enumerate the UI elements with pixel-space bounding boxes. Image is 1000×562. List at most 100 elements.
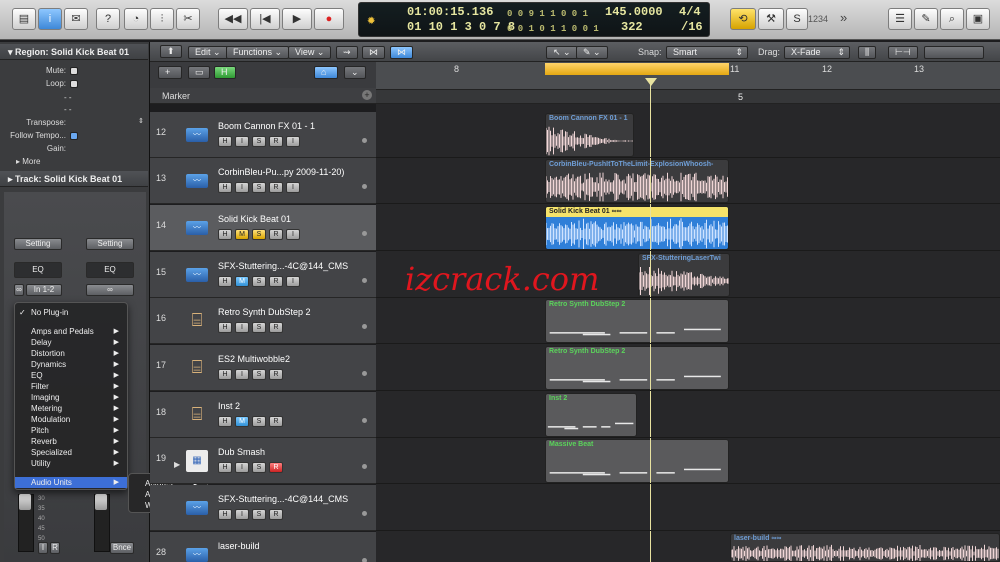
- track-name[interactable]: ES2 Multiwobble2: [218, 354, 290, 364]
- track-header[interactable]: 〰 SFX-Stuttering...-4C@144_CMS H I S R: [150, 485, 376, 531]
- help-icon[interactable]: ?: [96, 8, 120, 30]
- track-name[interactable]: Retro Synth DubStep 2: [218, 307, 311, 317]
- track-button-r[interactable]: R: [269, 416, 283, 427]
- track-button-s[interactable]: S: [252, 369, 266, 380]
- track-button-s[interactable]: S: [252, 182, 266, 193]
- mixer-icon[interactable]: ⫶: [150, 8, 174, 30]
- input-button[interactable]: In 1-2: [26, 284, 62, 296]
- editors-icon[interactable]: ✂: [176, 8, 200, 30]
- cycle-icon[interactable]: ⟲: [730, 8, 756, 30]
- region[interactable]: Retro Synth DubStep 2: [545, 299, 729, 343]
- track-button-r[interactable]: R: [269, 229, 283, 240]
- pencil-tool-icon[interactable]: ✎ ⌄: [576, 46, 608, 59]
- mail-icon[interactable]: ✉: [64, 8, 88, 30]
- browser-icon[interactable]: ▣: [966, 8, 990, 30]
- inspector-icon[interactable]: i: [38, 8, 62, 30]
- track-name[interactable]: Boom Cannon FX 01 - 1: [218, 121, 315, 131]
- track-inspector-header[interactable]: ▸ Track: Solid Kick Beat 01: [0, 171, 148, 187]
- notepad-icon[interactable]: ✎: [914, 8, 938, 30]
- disclosure-icon[interactable]: ▶: [174, 454, 180, 476]
- track-button-m[interactable]: M: [235, 229, 249, 240]
- link-icon[interactable]: ∞: [86, 284, 134, 296]
- track-header[interactable]: 28 〰 laser-build: [150, 532, 376, 562]
- flex-icon[interactable]: ⇝: [336, 46, 358, 59]
- region[interactable]: Massive Beat: [545, 439, 729, 483]
- plugin-menu-item[interactable]: EQ ▶: [15, 370, 127, 381]
- track-button-r[interactable]: R: [269, 369, 283, 380]
- plugin-menu-item[interactable]: Modulation ▶: [15, 414, 127, 425]
- quantize-value[interactable]: - -: [64, 93, 72, 102]
- track-header[interactable]: 18 ⌸ Inst 2 HMSR: [150, 392, 376, 438]
- link-icon[interactable]: ∞: [14, 284, 24, 296]
- playhead-triangle-icon[interactable]: [645, 78, 657, 86]
- track-button-m[interactable]: M: [235, 416, 249, 427]
- track-button-s[interactable]: S: [252, 276, 266, 287]
- track-header[interactable]: 14 〰 Solid Kick Beat 01 H M S R I: [150, 205, 376, 251]
- track-button-i[interactable]: I: [235, 182, 249, 193]
- track-button-r[interactable]: R: [269, 136, 283, 147]
- track-header[interactable]: 16 ⌸ Retro Synth DubStep 2 HISR: [150, 298, 376, 344]
- plugin-menu-item[interactable]: Dynamics ▶: [15, 359, 127, 370]
- track-button-s[interactable]: S: [252, 509, 266, 520]
- track-button-r[interactable]: R: [269, 276, 283, 287]
- track-button-s[interactable]: S: [252, 136, 266, 147]
- track-button-r[interactable]: R: [269, 182, 283, 193]
- region[interactable]: Inst 2: [545, 393, 637, 437]
- play-icon[interactable]: ▶: [282, 8, 312, 30]
- functions-menu[interactable]: Functions ⌄: [226, 46, 290, 59]
- global-tracks-icon[interactable]: ⌂: [314, 66, 338, 79]
- add-track-icon[interactable]: +: [158, 66, 182, 79]
- region[interactable]: Boom Cannon FX 01 - 1: [545, 113, 634, 157]
- setting-button-1[interactable]: Setting: [14, 238, 62, 250]
- track-button-i[interactable]: I: [286, 229, 300, 240]
- track-button-s[interactable]: S: [252, 462, 266, 473]
- plugin-menu-item[interactable]: Metering ▶: [15, 403, 127, 414]
- region[interactable]: laser-build ∞∞: [730, 533, 1000, 562]
- track-button-r[interactable]: R: [269, 462, 283, 473]
- loops-icon[interactable]: ⌕: [940, 8, 964, 30]
- record-enable-button[interactable]: R: [50, 542, 60, 554]
- eq-slot-1[interactable]: EQ: [14, 262, 62, 278]
- drag-select[interactable]: X-Fade ⇕: [784, 46, 850, 59]
- timer-icon[interactable]: ◔: [124, 8, 148, 30]
- marker-lane[interactable]: [376, 88, 1000, 104]
- track-button-r[interactable]: R: [269, 509, 283, 520]
- mute-checkbox[interactable]: [70, 67, 78, 75]
- waveform-zoom-icon[interactable]: ⫼: [858, 46, 877, 59]
- track-name[interactable]: Inst 2: [218, 401, 240, 411]
- track-button-m[interactable]: M: [235, 276, 249, 287]
- lcd-display[interactable]: ✹ 01:00:15.136 01 10 1 3 0 7 8 0 0 9 1 1…: [358, 2, 710, 37]
- track-header[interactable]: 19 ▦ ▶ Dub Smash H I S R: [150, 438, 376, 484]
- track-name[interactable]: SFX-Stuttering...-4C@144_CMS: [218, 261, 348, 271]
- track-button-h[interactable]: H: [218, 509, 232, 520]
- track-button-s[interactable]: S: [252, 416, 266, 427]
- track-button-h[interactable]: H: [218, 322, 232, 333]
- plugin-menu-item[interactable]: Distortion ▶: [15, 348, 127, 359]
- track-name[interactable]: SFX-Stuttering...-4C@144_CMS: [218, 494, 348, 504]
- list-icon[interactable]: ☰: [888, 8, 912, 30]
- track-button-h[interactable]: H: [218, 136, 232, 147]
- track-header[interactable]: 13 〰 CorbinBleu-Pu...py 2009-11-20) H I S R I: [150, 158, 376, 204]
- track-header[interactable]: 12 〰 Boom Cannon FX 01 - 1HISRI: [150, 112, 376, 158]
- add-marker-icon[interactable]: +: [362, 90, 372, 100]
- region[interactable]: CorbinBleu-PushItToTheLimit-ExplosionWho…: [545, 159, 729, 203]
- playhead[interactable]: [650, 78, 651, 562]
- plugin-menu-item[interactable]: Pitch ▶: [15, 425, 127, 436]
- follow-tempo-checkbox[interactable]: [70, 132, 78, 140]
- catch-icon[interactable]: ⋈: [362, 46, 385, 59]
- horizontal-zoom-icon[interactable]: ⊢⊣: [888, 46, 918, 59]
- track-button-h[interactable]: H: [218, 462, 232, 473]
- track-name[interactable]: Dub Smash: [218, 447, 265, 457]
- track-button-s[interactable]: S: [252, 322, 266, 333]
- track-button-i[interactable]: I: [235, 322, 249, 333]
- track-button-r[interactable]: R: [269, 322, 283, 333]
- track-button-i[interactable]: I: [286, 182, 300, 193]
- plugin-menu-item[interactable]: Filter ▶: [15, 381, 127, 392]
- track-button-i[interactable]: I: [235, 509, 249, 520]
- plugin-menu-item[interactable]: Amps and Pedals ▶: [15, 326, 127, 337]
- setting-button-2[interactable]: Setting: [86, 238, 134, 250]
- zoom-slider[interactable]: [924, 46, 984, 59]
- track-button-i[interactable]: I: [235, 369, 249, 380]
- dropdown-icon[interactable]: ⌄: [344, 66, 366, 79]
- track-header[interactable]: 17 ⌸ ES2 Multiwobble2 H I S R: [150, 345, 376, 391]
